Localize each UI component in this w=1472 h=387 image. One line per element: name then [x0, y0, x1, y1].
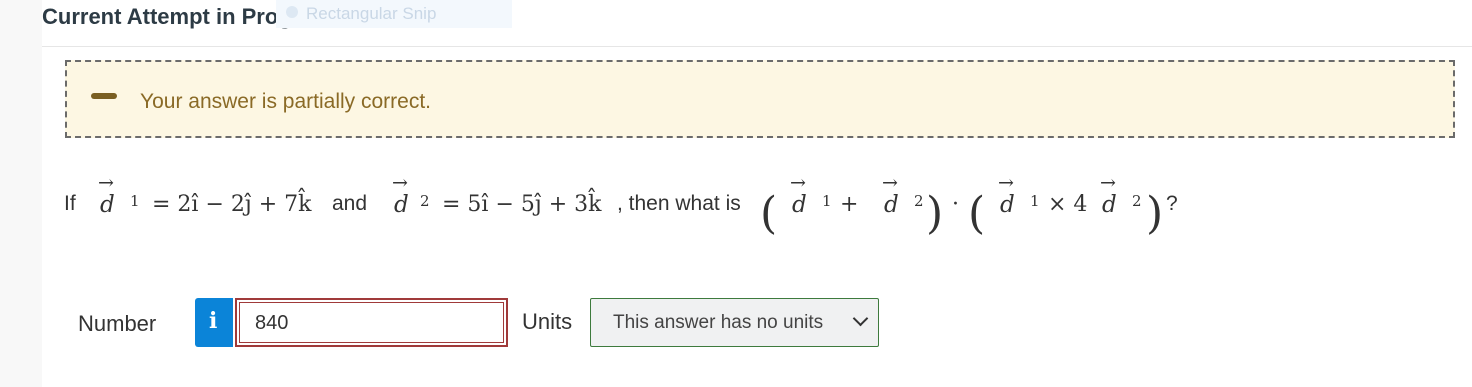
vector-d2: d — [1100, 172, 1117, 218]
vector-d2: d — [882, 172, 899, 218]
d2-expression: = 5î − 5ĵ + 3k̂ — [442, 192, 602, 217]
open-paren-1: ( — [760, 188, 778, 239]
units-label: Units — [522, 309, 573, 334]
answer-value: 840 — [255, 312, 289, 334]
question-text: If d 1 = 2î − 2ĵ + 7k̂ and d 2 = 5î − 5ĵ… — [64, 172, 1444, 236]
snip-icon — [286, 6, 298, 18]
cross-product: × 4 — [1048, 192, 1088, 217]
close-paren-1: ) — [926, 188, 944, 239]
subscript-2: 2 — [420, 192, 430, 210]
subscript-2: 2 — [914, 192, 924, 210]
q-if: If — [64, 192, 76, 215]
answer-input[interactable]: 840 — [235, 298, 508, 347]
q-then: , then what is — [617, 192, 741, 215]
question-mark: ? — [1166, 192, 1178, 215]
chevron-down-icon — [852, 310, 869, 327]
vector-d2: d — [392, 172, 409, 218]
subscript-1: 1 — [130, 192, 140, 210]
close-paren-2: ) — [1146, 188, 1164, 239]
vector-d1: d — [998, 172, 1015, 218]
rectangular-snip-overlay: Rectangular Snip — [276, 0, 512, 28]
snip-label: Rectangular Snip — [306, 4, 437, 23]
plus-sign: + — [840, 192, 859, 217]
open-paren-2: ( — [968, 188, 986, 239]
info-button[interactable]: i — [195, 298, 233, 347]
subscript-1: 1 — [822, 192, 832, 210]
subscript-1: 1 — [1030, 192, 1040, 210]
number-label: Number — [78, 311, 157, 336]
subscript-2: 2 — [1132, 192, 1142, 210]
header: Current Attempt in Progress Rectangular … — [42, 0, 1472, 47]
q-and: and — [332, 192, 368, 215]
info-icon: i — [209, 308, 218, 334]
feedback-alert: Your answer is partially correct. — [65, 60, 1455, 138]
units-selected-value: This answer has no units — [613, 312, 824, 333]
d1-expression: = 2î − 2ĵ + 7k̂ — [152, 192, 312, 217]
feedback-message: Your answer is partially correct. — [140, 90, 432, 113]
vector-d1: d — [98, 172, 115, 218]
vector-d1: d — [790, 172, 807, 218]
units-select[interactable]: This answer has no units — [590, 298, 879, 347]
left-margin — [0, 0, 42, 387]
partial-correct-icon — [91, 93, 117, 99]
dot-product: · — [952, 192, 959, 217]
